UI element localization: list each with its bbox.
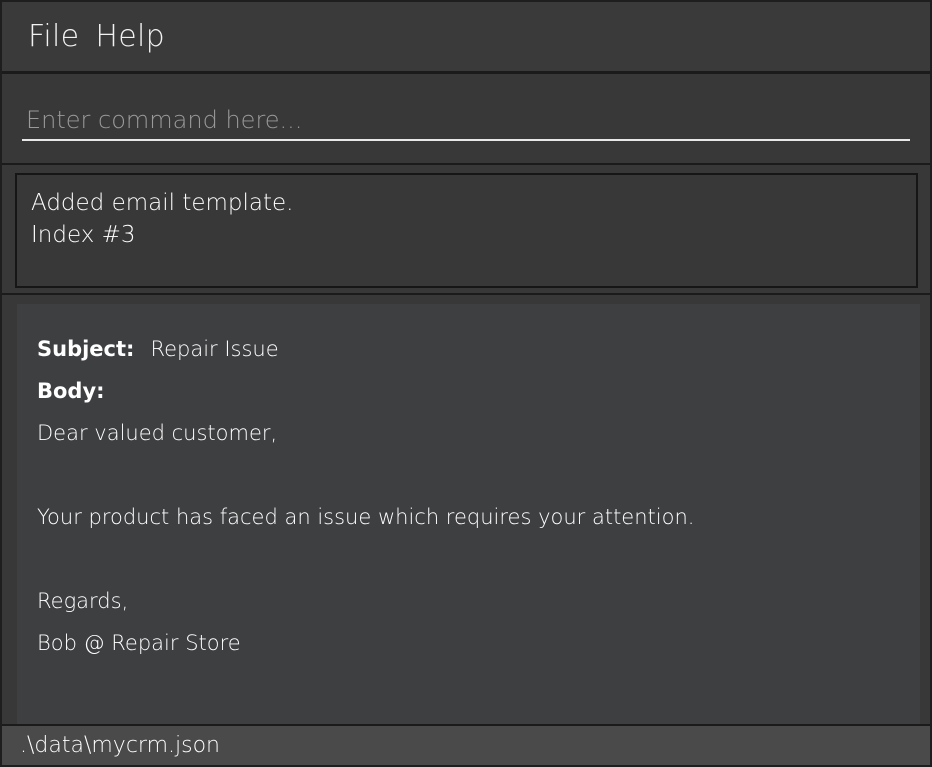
body-label: Body: [37,379,105,403]
command-box [2,77,930,165]
body-line [37,454,900,496]
menu-help[interactable]: Help [95,21,165,52]
body-line: Your product has faced an issue which re… [37,505,695,529]
menu-file[interactable]: File [28,21,79,52]
result-index-line: Index #3 [31,222,136,248]
body-line [37,538,900,580]
section-divider [2,293,930,295]
menu-bar: File Help [2,2,930,74]
body-line: Regards, [37,589,129,613]
app-window: File Help Added email template. Index #3… [0,0,932,767]
data-file-path: .\data\mycrm.json [20,733,220,758]
result-message-line: Added email template. [31,190,294,216]
result-display: Added email template. Index #3 [15,173,918,288]
body-line: Bob @ Repair Store [37,631,241,655]
status-bar: .\data\mycrm.json [2,724,930,765]
subject-value: Repair Issue [150,337,279,361]
command-input[interactable] [22,101,910,141]
email-template-panel: Subject: Repair Issue Body: Dear valued c… [17,304,920,724]
body-line: Dear valued customer, [37,421,278,445]
subject-row: Subject: Repair Issue [37,328,900,370]
subject-label: Subject: [37,337,135,361]
